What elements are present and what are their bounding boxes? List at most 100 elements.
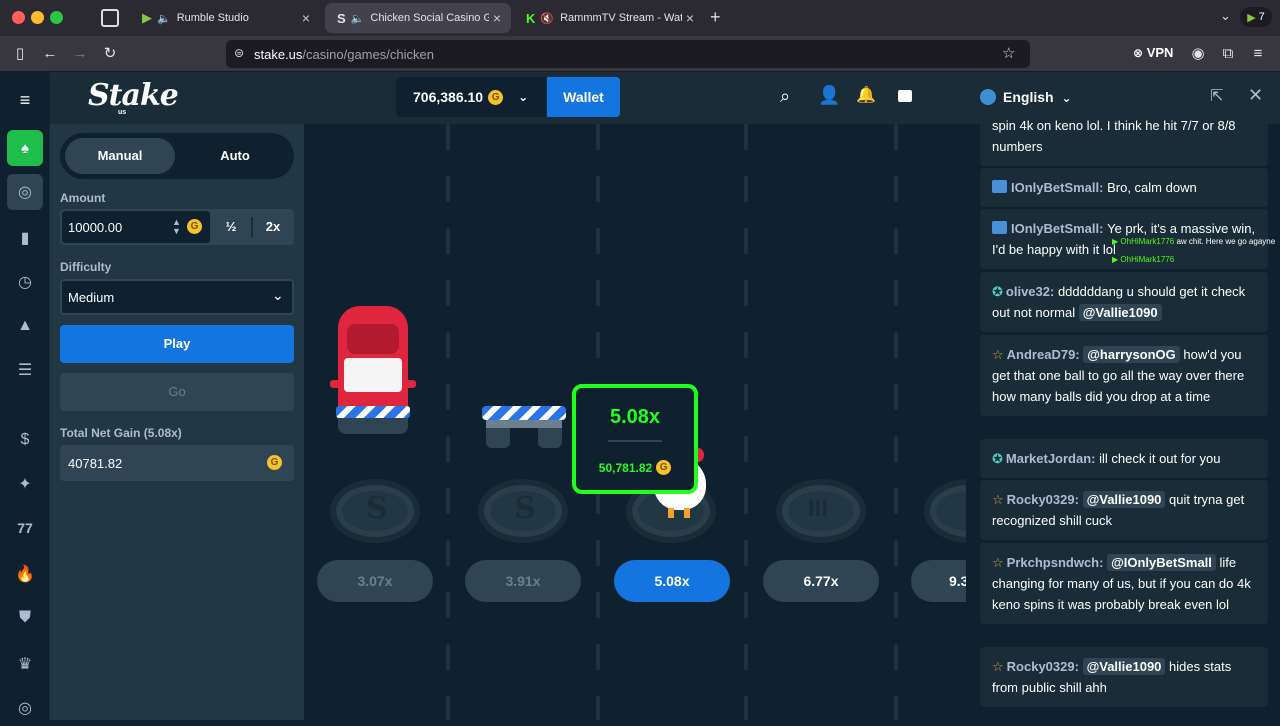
manhole-cover: S xyxy=(330,479,420,543)
amount-input[interactable]: 10000.00 ▲ ▼ G xyxy=(62,211,210,243)
maximize-window-button[interactable] xyxy=(50,11,63,24)
search-icon[interactable]: ⌕ xyxy=(780,86,790,107)
double-bet-button[interactable]: 2x xyxy=(254,211,292,243)
chevron-down-icon: ⌄ xyxy=(518,90,529,104)
balance-amount: 706,386.10 xyxy=(413,89,484,105)
tab-manual[interactable]: Manual xyxy=(65,138,175,174)
casino-icon[interactable]: ♠ xyxy=(7,130,43,166)
go-button[interactable]: Go xyxy=(60,373,294,411)
message-user[interactable]: Prkchpsndwch xyxy=(1007,555,1099,570)
tab-list-chevron-icon[interactable]: ⌄ xyxy=(1220,8,1231,24)
mode-toggle: Manual Auto xyxy=(60,133,294,179)
mention-tag[interactable]: @IOnlyBetSmall xyxy=(1107,554,1216,571)
message-user[interactable]: Rocky0329 xyxy=(1007,492,1075,507)
tab-auto[interactable]: Auto xyxy=(180,138,290,174)
amount-value: 10000.00 xyxy=(68,220,123,235)
mention-tag[interactable]: @harrysonOG xyxy=(1083,346,1180,363)
chat-message: spin 4k on keno lol. I think he hit 7/7 … xyxy=(980,105,1268,166)
net-gain-field: 40781.82 G xyxy=(60,445,294,481)
language-selector[interactable]: English ⌄ xyxy=(1003,89,1072,105)
lane-multiplier: 3.91x xyxy=(465,560,581,602)
mention-tag[interactable]: @Vallie1090 xyxy=(1082,658,1166,675)
close-tab-icon[interactable]: × xyxy=(489,10,505,26)
lane-multiplier-next[interactable]: 6.77x xyxy=(763,560,879,602)
reload-icon[interactable]: ↻ xyxy=(100,44,120,64)
support-icon[interactable]: ◎ xyxy=(7,690,43,726)
globe-icon xyxy=(980,89,996,105)
user-icon[interactable]: 👤 xyxy=(818,85,840,106)
star-icon: ☆ xyxy=(992,555,1004,570)
bet-history-icon[interactable]: ☰ xyxy=(7,352,43,388)
stake-originals-icon[interactable]: $ xyxy=(7,422,43,458)
mention-tag[interactable]: @Vallie1090 xyxy=(1082,491,1166,508)
message-user[interactable]: IOnlyBetSmall xyxy=(1011,221,1099,236)
chat-panel: English ⌄ ⇱ ✕ spin 4k on keno lol. I thi… xyxy=(966,72,1280,720)
forward-arrow-icon[interactable]: → xyxy=(70,44,90,64)
minimize-window-button[interactable] xyxy=(31,11,44,24)
message-text: spin 4k on keno lol. I think he hit 7/7 … xyxy=(992,118,1236,154)
jersey-icon[interactable]: ⛊ xyxy=(7,600,43,636)
star-icon: ✪ xyxy=(992,451,1003,466)
overlay-user: OhHiMark1776 xyxy=(1120,237,1175,246)
close-chat-icon[interactable]: ✕ xyxy=(1248,85,1263,106)
hot-flame-icon[interactable]: 🔥 xyxy=(7,556,43,592)
half-bet-button[interactable]: ½ xyxy=(212,211,250,243)
sparkle-icon[interactable]: ✦ xyxy=(7,466,43,502)
vpn-button[interactable]: ⊗ VPN xyxy=(1133,45,1173,60)
close-tab-icon[interactable]: × xyxy=(682,10,698,26)
url-field[interactable]: ⊜ stake.us/casino/games/chicken ☆ xyxy=(226,40,1030,68)
lane-divider xyxy=(744,124,748,720)
menu-icon[interactable]: ≡ xyxy=(1248,44,1268,64)
tab-overview-icon[interactable] xyxy=(101,9,119,27)
play-icon: ▶ xyxy=(1112,255,1119,264)
message-user[interactable]: MarketJordan xyxy=(1006,451,1091,466)
gold-coin-icon: G xyxy=(488,89,504,105)
site-info-icon[interactable]: ⊜ xyxy=(234,46,244,60)
tab-rumble-studio[interactable]: ▶ 🔈 Rumble Studio × xyxy=(130,3,320,33)
tab-chicken-game[interactable]: S 🔈 Chicken Social Casino Gam × xyxy=(325,3,511,33)
message-user[interactable]: Rocky0329 xyxy=(1007,659,1075,674)
browser-toolbar: ▯ ← → ↻ ⊜ stake.us/casino/games/chicken … xyxy=(0,36,1280,72)
popup-amount-row: 50,781.82 G xyxy=(576,460,694,475)
lane-divider xyxy=(894,124,898,720)
crown-icon[interactable]: ♛ xyxy=(7,646,43,682)
bookmark-star-icon[interactable]: ☆ xyxy=(1002,44,1015,62)
slots-7-icon[interactable]: 77 xyxy=(7,510,43,546)
mention-tag[interactable]: @Vallie1090 xyxy=(1078,304,1162,321)
back-arrow-icon[interactable]: ← xyxy=(40,44,60,64)
wallet-button[interactable]: Wallet xyxy=(547,77,620,117)
speaker-icon: 🔈 xyxy=(350,12,365,25)
close-tab-icon[interactable]: × xyxy=(298,10,314,26)
manhole-cover: III xyxy=(776,479,866,543)
message-user[interactable]: AndreaD79 xyxy=(1007,347,1076,362)
hamburger-menu-icon[interactable]: ≡ xyxy=(7,82,43,118)
chat-message: ☆ Rocky0329: @Vallie1090 quit tryna get r… xyxy=(980,480,1268,540)
message-user[interactable]: olive32 xyxy=(1006,284,1050,299)
play-button[interactable]: Play xyxy=(60,325,294,363)
notifications-bell-icon[interactable]: 🔔 xyxy=(856,85,876,105)
new-tab-icon[interactable]: + xyxy=(710,7,721,28)
stake-logo[interactable]: Stake xyxy=(88,78,179,113)
message-user[interactable]: IOnlyBetSmall xyxy=(1011,180,1099,195)
amount-label: Amount xyxy=(60,191,106,205)
balance-selector[interactable]: 706,386.10 G ⌄ xyxy=(396,77,546,117)
tab-rammmtv[interactable]: K 🔇 RammmTV Stream - Watch × xyxy=(514,3,704,33)
popout-icon[interactable]: ⇱ xyxy=(1210,86,1223,106)
close-window-button[interactable] xyxy=(12,11,25,24)
bet-panel: Manual Auto Amount 10000.00 ▲ ▼ G ½ 2x Di… xyxy=(50,124,304,720)
sidebar-toggle-icon[interactable]: ▯ xyxy=(10,44,30,64)
play-icon: ▶ xyxy=(1247,11,1256,24)
recent-clock-icon[interactable]: ◷ xyxy=(7,264,43,300)
challenges-icon[interactable]: ▲ xyxy=(7,308,43,344)
net-gain-label: Total Net Gain (5.08x) xyxy=(60,426,182,440)
chat-icon[interactable] xyxy=(898,90,912,102)
stepper-icon[interactable]: ▲ ▼ xyxy=(172,218,181,236)
favourites-bookmark-icon[interactable]: ▮ xyxy=(7,220,43,256)
difficulty-select[interactable]: Medium ⌄ xyxy=(60,279,294,315)
originals-icon[interactable]: ◎ xyxy=(7,174,43,210)
extension-badge[interactable]: ▶ 7 xyxy=(1240,7,1272,27)
account-icon[interactable]: ◉ xyxy=(1188,44,1208,64)
star-icon: ✪ xyxy=(992,284,1003,299)
chat-message: IOnlyBetSmall: Bro, calm down xyxy=(980,168,1268,207)
extensions-icon[interactable]: ⧉ xyxy=(1218,44,1238,64)
